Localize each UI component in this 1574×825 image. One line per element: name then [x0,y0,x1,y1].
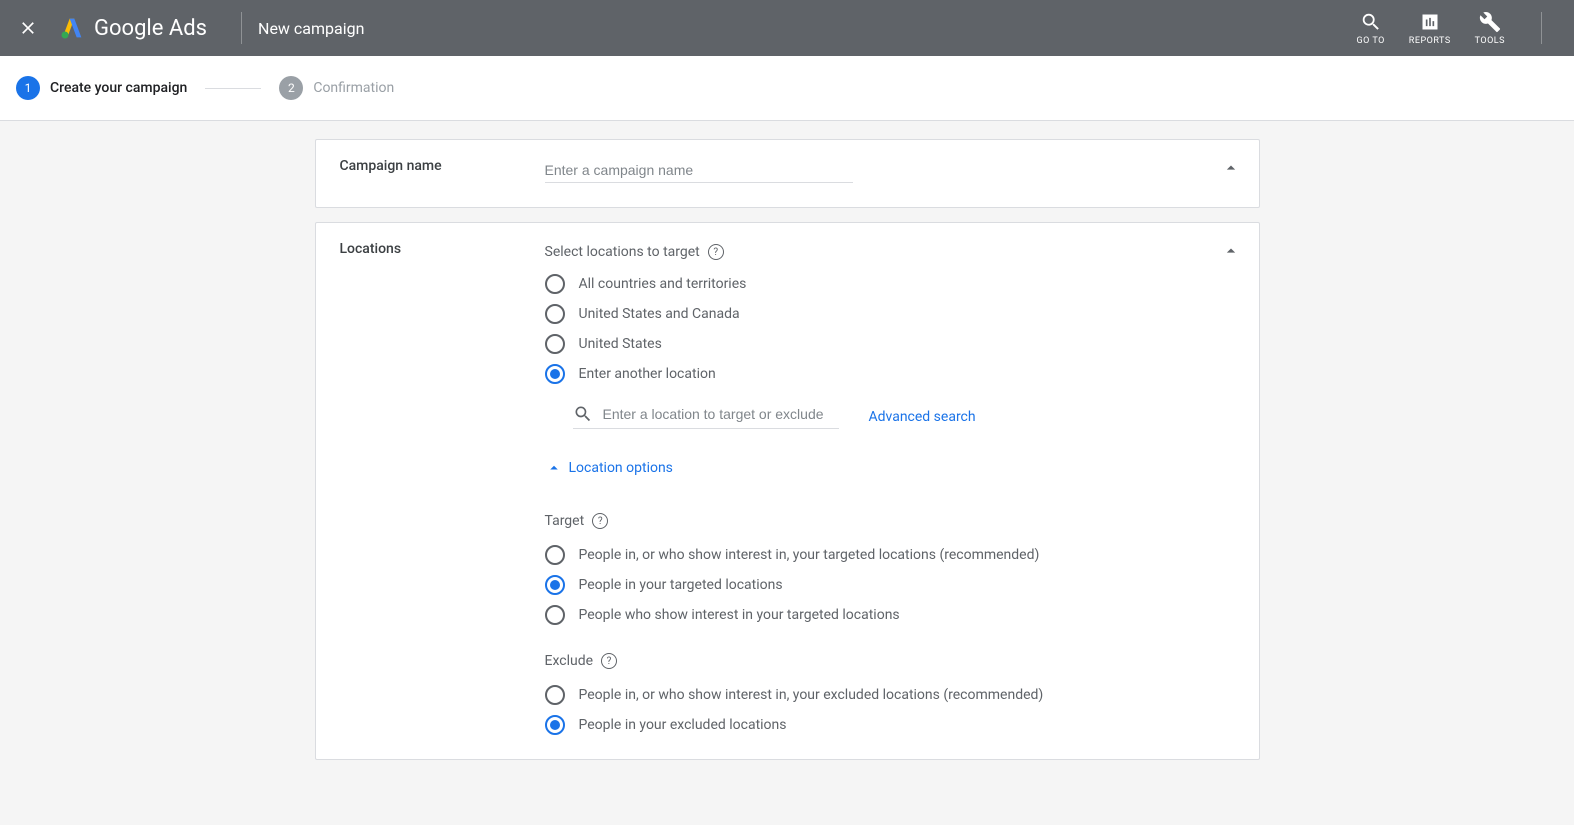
radio-label: People who show interest in your targete… [579,607,900,623]
radio-icon [545,575,565,595]
radio-icon [545,545,565,565]
radio-label: People in your excluded locations [579,717,787,733]
card-title: Campaign name [340,158,545,174]
search-icon [1359,10,1383,34]
location-search-box [573,404,839,429]
card-title: Locations [340,241,545,257]
campaign-name-input[interactable] [545,158,853,183]
step-label: Create your campaign [50,80,187,96]
radio-us[interactable]: United States [545,334,1235,354]
location-search-input[interactable] [603,406,839,422]
radio-label: People in, or who show interest in, your… [579,547,1040,563]
google-ads-logo: Google Ads [58,14,207,42]
logo-text: Google Ads [94,16,207,41]
header-actions: GO TO REPORTS TOOLS [1356,10,1558,46]
chevron-up-icon [1221,158,1241,178]
exclude-label: Exclude [545,653,594,669]
radio-label: People in your targeted locations [579,577,783,593]
ads-a-icon [58,14,86,42]
radio-label: All countries and territories [579,276,747,292]
exclude-radio-group: People in, or who show interest in, your… [545,685,1235,735]
tools-label: TOOLS [1475,36,1505,46]
stepper: 1 Create your campaign 2 Confirmation [0,56,1574,121]
radio-enter-another[interactable]: Enter another location [545,364,1235,384]
goto-label: GO TO [1356,36,1384,46]
locations-card: Locations Select locations to target ? A… [315,222,1260,760]
search-icon [573,404,593,424]
collapse-button[interactable] [1221,158,1241,182]
radio-exclude-in[interactable]: People in your excluded locations [545,715,1235,735]
radio-icon [545,334,565,354]
radio-label: People in, or who show interest in, your… [579,687,1044,703]
select-locations-label: Select locations to target [545,244,700,260]
content-area: Campaign name Locations Select locations… [295,139,1280,814]
divider [241,12,242,44]
step-create-campaign[interactable]: 1 Create your campaign [16,76,187,100]
reports-label: REPORTS [1409,36,1451,46]
target-radio-group: People in, or who show interest in, your… [545,545,1235,625]
reports-button[interactable]: REPORTS [1409,10,1451,46]
goto-button[interactable]: GO TO [1356,10,1384,46]
collapse-button[interactable] [1221,241,1241,265]
campaign-name-card: Campaign name [315,139,1260,208]
step-number: 2 [279,76,303,100]
step-label: Confirmation [313,80,394,96]
bar-chart-icon [1418,10,1442,34]
radio-label: Enter another location [579,366,716,382]
radio-icon [545,364,565,384]
tools-button[interactable]: TOOLS [1475,10,1505,46]
radio-exclude-interest[interactable]: People in, or who show interest in, your… [545,685,1235,705]
radio-all-countries[interactable]: All countries and territories [545,274,1235,294]
radio-icon [545,685,565,705]
step-confirmation[interactable]: 2 Confirmation [279,76,394,100]
step-number: 1 [16,76,40,100]
radio-label: United States [579,336,662,352]
radio-icon [545,274,565,294]
divider [1541,12,1542,44]
chevron-up-icon [1221,241,1241,261]
page-title: New campaign [258,19,364,38]
step-connector [205,88,261,89]
radio-icon [545,715,565,735]
advanced-search-link[interactable]: Advanced search [869,409,976,425]
close-button[interactable] [16,16,40,40]
radio-target-show-interest[interactable]: People who show interest in your targete… [545,605,1235,625]
location-radio-group: All countries and territories United Sta… [545,274,1235,384]
target-label: Target [545,513,585,529]
help-icon[interactable]: ? [592,513,608,529]
app-header: Google Ads New campaign GO TO REPORTS TO… [0,0,1574,56]
location-options-label: Location options [569,460,673,476]
help-icon[interactable]: ? [708,244,724,260]
radio-target-in[interactable]: People in your targeted locations [545,575,1235,595]
radio-icon [545,605,565,625]
radio-target-interest[interactable]: People in, or who show interest in, your… [545,545,1235,565]
radio-label: United States and Canada [579,306,740,322]
radio-us-canada[interactable]: United States and Canada [545,304,1235,324]
close-icon [18,18,38,38]
wrench-icon [1478,10,1502,34]
help-icon[interactable]: ? [601,653,617,669]
radio-icon [545,304,565,324]
location-options-toggle[interactable]: Location options [545,459,1235,477]
chevron-up-icon [545,459,563,477]
